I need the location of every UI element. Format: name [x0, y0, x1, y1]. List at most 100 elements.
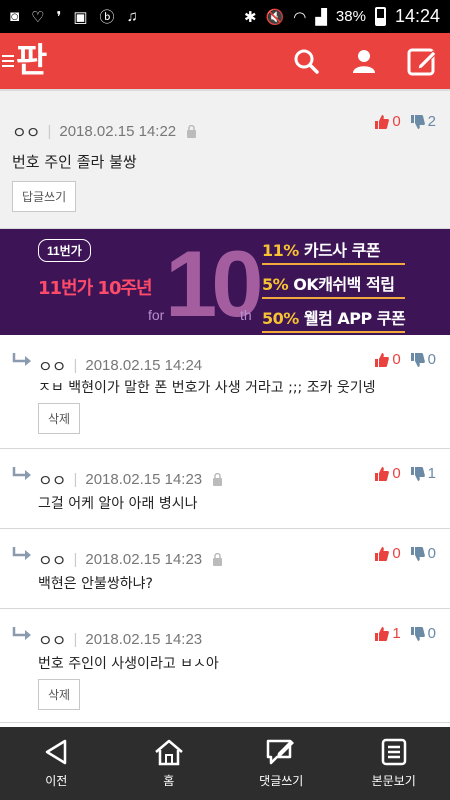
- nav-home-button[interactable]: 홈: [113, 727, 226, 800]
- comment-text: ㅈㅂ 백현이가 말한 폰 번호가 사생 거라고 ;;; 조카 웃기넹: [38, 380, 376, 396]
- vote-area: 1 0: [375, 625, 436, 642]
- banner-slogan: 11번가 10주년: [38, 278, 153, 299]
- comment-author: ㅇㅇ: [38, 633, 66, 650]
- menu-icon: [2, 55, 14, 67]
- upvote-button[interactable]: 1: [375, 625, 401, 642]
- banner-th-text: th: [240, 307, 252, 323]
- comment-date: 2018.02.15 14:22: [59, 122, 177, 140]
- downvote-count: 0: [427, 625, 436, 642]
- home-icon: [154, 739, 183, 766]
- app-logo: 판: [16, 41, 48, 81]
- meta-separator: |: [73, 356, 78, 374]
- banner-offer: 11% 카드사 쿠폰: [262, 237, 406, 265]
- edit-icon: [407, 48, 437, 76]
- battery-percent: 38%: [335, 8, 366, 25]
- b-notification-icon: ⓑ: [99, 9, 115, 26]
- comment-author: ㅇㅇ: [38, 359, 66, 376]
- comment-date: 2018.02.15 14:23: [85, 550, 203, 568]
- upvote-button[interactable]: 0: [375, 113, 401, 130]
- banner-for-text: for: [148, 307, 165, 323]
- comment-meta: ㅇㅇ | 2018.02.15 14:23: [38, 547, 223, 571]
- reply-comment: ㅇㅇ | 2018.02.15 14:23 0 1 그걸 어케 알아 아래 병시…: [0, 449, 450, 529]
- vote-area: 0 1: [375, 465, 436, 482]
- downvote-button[interactable]: 2: [410, 113, 436, 130]
- meta-separator: |: [73, 630, 78, 648]
- downvote-button[interactable]: 0: [410, 625, 436, 642]
- upvote-count: 0: [392, 465, 401, 482]
- delete-button[interactable]: 삭제: [38, 403, 81, 434]
- search-button[interactable]: [290, 45, 322, 77]
- reply-arrow-icon: [12, 467, 31, 480]
- thumbs-up-icon: [375, 466, 390, 481]
- pan-notification-icon: ▣: [73, 8, 88, 26]
- downvote-button[interactable]: 0: [410, 351, 436, 368]
- upvote-count: 0: [392, 351, 401, 368]
- banner-offers: 11% 카드사 쿠폰 5% OK캐쉬백 적립 50% 웰컴 APP 쿠폰: [262, 237, 406, 333]
- comment-date: 2018.02.15 14:23: [85, 630, 203, 648]
- upvote-count: 0: [392, 113, 401, 130]
- comment-text: 번호 주인 졸라 불쌍: [12, 153, 137, 171]
- nav-write-comment-label: 댓글쓰기: [259, 774, 304, 788]
- clock: 14:24: [394, 6, 440, 26]
- vote-area: 0 0: [375, 351, 436, 368]
- upvote-count: 1: [392, 625, 401, 642]
- thumbs-up-icon: [375, 546, 390, 561]
- nav-view-post-label: 본문보기: [371, 774, 416, 788]
- delete-button[interactable]: 삭제: [38, 679, 81, 710]
- comment-list: ㅇㅇ | 2018.02.15 14:22 0 2 번호 주인 졸라 불쌍 답글…: [0, 89, 450, 727]
- comment-text: 그걸 어케 알아 아래 병시나: [38, 496, 198, 512]
- heart-notification-icon: ♡: [31, 8, 45, 26]
- lock-icon: [187, 124, 197, 138]
- banner-offer: 5% OK캐쉬백 적립: [262, 271, 406, 299]
- downvote-button[interactable]: 1: [410, 465, 436, 482]
- meta-separator: |: [73, 550, 78, 568]
- downvote-count: 1: [427, 465, 436, 482]
- downvote-button[interactable]: 0: [410, 545, 436, 562]
- nav-view-post-button[interactable]: 본문보기: [338, 727, 450, 800]
- reply-arrow-icon: [12, 627, 31, 640]
- nav-prev-label: 이전: [45, 774, 68, 788]
- reply-arrow-icon: [12, 547, 31, 560]
- comment-text: 백현은 안불쌍하냐?: [38, 576, 153, 592]
- comment-text: 번호 주인이 사생이라고 ㅂㅅ아: [38, 656, 219, 672]
- write-post-button[interactable]: [406, 45, 438, 77]
- nav-home-label: 홈: [163, 774, 175, 788]
- nav-prev-button[interactable]: 이전: [0, 727, 113, 800]
- comment-date: 2018.02.15 14:24: [85, 356, 203, 374]
- comment-meta: ㅇㅇ | 2018.02.15 14:23: [38, 627, 202, 651]
- menu-button[interactable]: 판: [0, 33, 47, 89]
- upvote-count: 0: [392, 545, 401, 562]
- thumbs-up-icon: [375, 114, 390, 129]
- ad-banner[interactable]: 11번가 11번가 10주년 10 for th 11% 카드사 쿠폰 5% O…: [0, 229, 450, 335]
- comment-author: ㅇㅇ: [38, 473, 66, 490]
- lock-icon: [213, 552, 223, 566]
- thumbs-down-icon: [410, 114, 425, 129]
- thumbs-up-icon: [375, 626, 390, 641]
- mute-icon: 🔇: [265, 8, 285, 26]
- reply-comment: ㅇㅇ | 2018.02.15 14:23 1 0 번호 주인이 사생이라고 ㅂ…: [0, 609, 450, 723]
- comment-author: ㅇㅇ: [12, 125, 40, 142]
- thumbs-down-icon: [410, 352, 425, 367]
- document-icon: [381, 738, 406, 766]
- profile-button[interactable]: [348, 45, 380, 77]
- vote-area: 0 2: [375, 113, 436, 130]
- back-arrow-icon: [46, 739, 67, 765]
- meta-separator: |: [47, 122, 52, 140]
- nav-write-comment-button[interactable]: 댓글쓰기: [225, 727, 338, 800]
- downvote-count: 2: [427, 113, 436, 130]
- downvote-count: 0: [427, 351, 436, 368]
- message-notification-icon: ❜: [56, 8, 62, 26]
- bottom-nav: 이전 홈 댓글쓰기 본문보기: [0, 727, 450, 800]
- upvote-button[interactable]: 0: [375, 351, 401, 368]
- comment-meta: ㅇㅇ | 2018.02.15 14:22: [12, 119, 197, 143]
- thumbs-down-icon: [410, 546, 425, 561]
- comment-date: 2018.02.15 14:23: [85, 470, 203, 488]
- comment-meta: ㅇㅇ | 2018.02.15 14:24: [38, 353, 202, 377]
- status-bar: ◙ ♡ ❜ ▣ ⓑ ♫ ✱ 🔇 ◠ ▟ 38% 14:24: [0, 0, 450, 33]
- upvote-button[interactable]: 0: [375, 545, 401, 562]
- reply-button[interactable]: 답글쓰기: [12, 181, 77, 212]
- reply-comment: ㅇㅇ | 2018.02.15 14:23 0 0 백현은 안불쌍하냐?: [0, 529, 450, 609]
- reply-comment: ㅇㅇ | 2018.02.15 14:24 0 0 ㅈㅂ 백현이가 말한 폰 번…: [0, 335, 450, 449]
- vote-area: 0 0: [375, 545, 436, 562]
- upvote-button[interactable]: 0: [375, 465, 401, 482]
